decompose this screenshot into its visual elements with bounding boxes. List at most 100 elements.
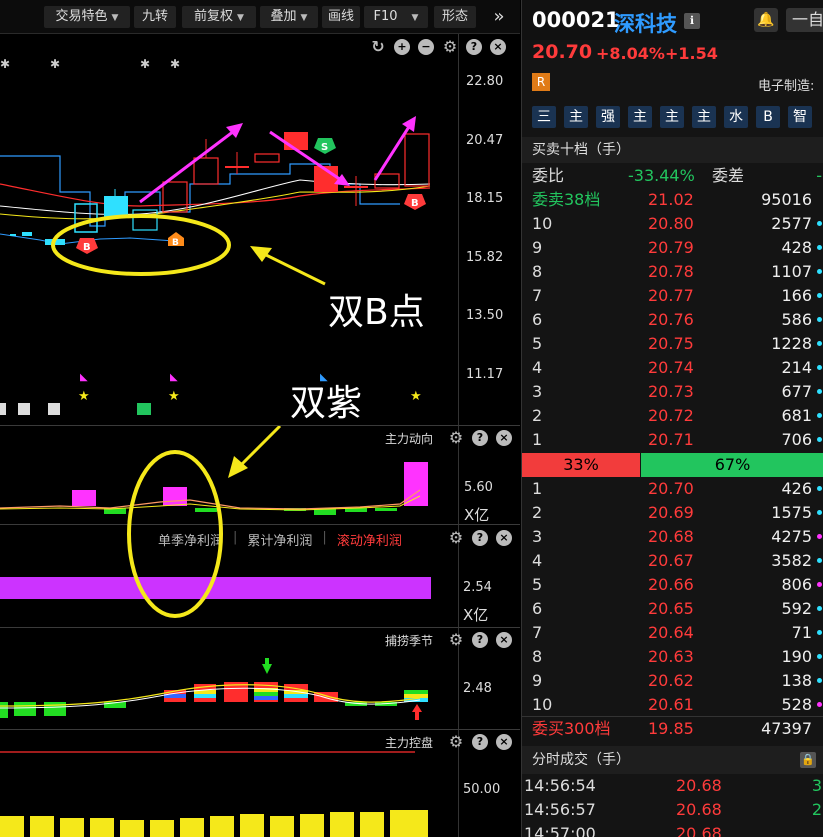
level-price[interactable]: 20.69 <box>648 501 694 525</box>
tick-volume: 2 <box>811 800 822 819</box>
level-price[interactable]: 20.79 <box>648 236 694 260</box>
level-price[interactable]: 20.70 <box>648 477 694 501</box>
help-icon[interactable]: ? <box>472 734 488 750</box>
buy-level-row[interactable]: 6 20.65 592 <box>522 597 823 621</box>
info-icon[interactable]: ℹ <box>684 13 700 29</box>
stock-name[interactable]: 深科技 <box>614 8 677 38</box>
sell-ratio-bar: 33% <box>522 453 640 477</box>
close-icon[interactable]: × <box>496 430 512 446</box>
concept-tag[interactable]: 三 <box>532 106 556 128</box>
level-price[interactable]: 20.66 <box>648 573 694 597</box>
buy-level-row[interactable]: 1 20.70 426 <box>522 477 823 501</box>
buy-level-row[interactable]: 9 20.62 138 <box>522 669 823 693</box>
industry-label[interactable]: 电子制造: <box>758 75 814 94</box>
close-icon[interactable]: × <box>496 530 512 546</box>
chevron-down-icon: ▼ <box>411 13 419 23</box>
level-volume: 71 <box>791 623 812 642</box>
level-price[interactable]: 20.80 <box>648 212 694 236</box>
toolbar-trade-feature-button[interactable]: 交易特色 ▼ <box>44 6 130 28</box>
level-price[interactable]: 20.62 <box>648 669 694 693</box>
level-price[interactable]: 20.76 <box>648 308 694 332</box>
sell-level-row[interactable]: 8 20.78 1107 <box>522 260 823 284</box>
season-chart[interactable] <box>0 628 458 728</box>
sell-level-row[interactable]: 10 20.80 2577 <box>522 212 823 236</box>
level-dot <box>817 654 822 659</box>
toolbar-pattern-button[interactable]: 形态 <box>434 6 476 28</box>
concept-tag[interactable]: 水 <box>724 106 748 128</box>
sell-level-row[interactable]: 5 20.75 1228 <box>522 332 823 356</box>
concept-tag[interactable]: 主 <box>692 106 716 128</box>
concept-tag[interactable]: 主 <box>628 106 652 128</box>
tick-price: 20.68 <box>676 824 722 837</box>
kline-chart-panel[interactable]: 交易特色 ▼ 九转 前复权 ▼ 叠加 ▼ 画线 F10 ▼ 形态 » ↻ + − ⚙ ?… <box>0 0 520 837</box>
level-price[interactable]: 20.73 <box>648 380 694 404</box>
level-price[interactable]: 20.75 <box>648 332 694 356</box>
tick-time: 14:57:00 <box>524 824 596 837</box>
sell-level-row[interactable]: 3 20.73 677 <box>522 380 823 404</box>
gear-icon[interactable]: ⚙ <box>448 530 464 546</box>
toolbar-nine-turn-button[interactable]: 九转 <box>134 6 176 28</box>
pane-controls: ⚙ ? × <box>448 530 512 546</box>
help-icon[interactable]: ? <box>472 430 488 446</box>
level-volume: 138 <box>781 671 812 690</box>
r-badge[interactable]: R <box>532 73 550 91</box>
concept-tag[interactable]: 主 <box>564 106 588 128</box>
level-price[interactable]: 20.71 <box>648 428 694 452</box>
help-icon[interactable]: ? <box>466 39 482 55</box>
buy-level-row[interactable]: 8 20.63 190 <box>522 645 823 669</box>
sell-level-row[interactable]: 9 20.79 428 <box>522 236 823 260</box>
concept-tag[interactable]: B <box>756 106 780 128</box>
candlestick-canvas[interactable]: ✱ ✱ ✱ ✱ B B B S ◣ ◣ ◣ ★ ★ ★ <box>0 34 458 424</box>
toolbar-adjust-button[interactable]: 前复权 ▼ <box>182 6 256 28</box>
sell-level-row[interactable]: 7 20.77 166 <box>522 284 823 308</box>
level-price[interactable]: 20.67 <box>648 549 694 573</box>
control-chart[interactable] <box>0 730 458 837</box>
sell-level-row[interactable]: 4 20.74 214 <box>522 356 823 380</box>
sell-level-row[interactable]: 6 20.76 586 <box>522 308 823 332</box>
level-price[interactable]: 20.65 <box>648 597 694 621</box>
buy-level-row[interactable]: 7 20.64 71 <box>522 621 823 645</box>
level-price[interactable]: 20.72 <box>648 404 694 428</box>
buy-level-row[interactable]: 3 20.68 4275 <box>522 525 823 549</box>
level-price[interactable]: 20.78 <box>648 260 694 284</box>
buy-level-row[interactable]: 4 20.67 3582 <box>522 549 823 573</box>
level-price[interactable]: 20.74 <box>648 356 694 380</box>
bell-icon[interactable]: 🔔 <box>754 8 778 32</box>
help-icon[interactable]: ? <box>472 530 488 546</box>
level-price[interactable]: 20.61 <box>648 693 694 717</box>
close-icon[interactable]: × <box>496 632 512 648</box>
tab-rolling-profit[interactable]: 滚动净利润 <box>337 530 402 549</box>
quote-header: 000021 深科技 ℹ 🔔 一自 <box>522 0 823 40</box>
concept-tag[interactable]: 主 <box>660 106 684 128</box>
add-watchlist-button[interactable]: 一自 <box>786 8 823 32</box>
toolbar-f10-button[interactable]: F10 ▼ <box>364 6 428 28</box>
concept-tag[interactable]: 强 <box>596 106 620 128</box>
close-icon[interactable]: × <box>496 734 512 750</box>
buy-level-row[interactable]: 2 20.69 1575 <box>522 501 823 525</box>
close-icon[interactable]: × <box>490 39 506 55</box>
tab-cumulative-profit[interactable]: 累计净利润 <box>247 530 312 549</box>
level-price[interactable]: 20.64 <box>648 621 694 645</box>
buy-level-row[interactable]: 10 20.61 528 <box>522 693 823 717</box>
level-dot <box>817 293 822 298</box>
sell-total-volume: 95016 <box>761 190 812 209</box>
level-price[interactable]: 20.77 <box>648 284 694 308</box>
level-number: 7 <box>532 286 543 305</box>
toolbar-draw-button[interactable]: 画线 <box>322 6 360 28</box>
level-price[interactable]: 20.63 <box>648 645 694 669</box>
svg-text:◣: ◣ <box>170 372 178 383</box>
sparkle-icon: ✱ <box>50 57 60 71</box>
toolbar-overlay-button[interactable]: 叠加 ▼ <box>260 6 318 28</box>
help-icon[interactable]: ? <box>472 632 488 648</box>
sell-level-row[interactable]: 2 20.72 681 <box>522 404 823 428</box>
sell-level-row[interactable]: 1 20.71 706 <box>522 428 823 452</box>
more-icon[interactable]: » <box>484 6 514 28</box>
level-volume: 1575 <box>771 503 812 522</box>
pane-tick: 50.00 <box>463 782 501 797</box>
level-price[interactable]: 20.68 <box>648 525 694 549</box>
tick-price: 20.68 <box>676 776 722 795</box>
buy-level-row[interactable]: 5 20.66 806 <box>522 573 823 597</box>
concept-tag[interactable]: 智 <box>788 106 812 128</box>
lock-icon[interactable]: 🔒 <box>800 752 816 768</box>
weibi-label: 委比 <box>532 166 565 185</box>
